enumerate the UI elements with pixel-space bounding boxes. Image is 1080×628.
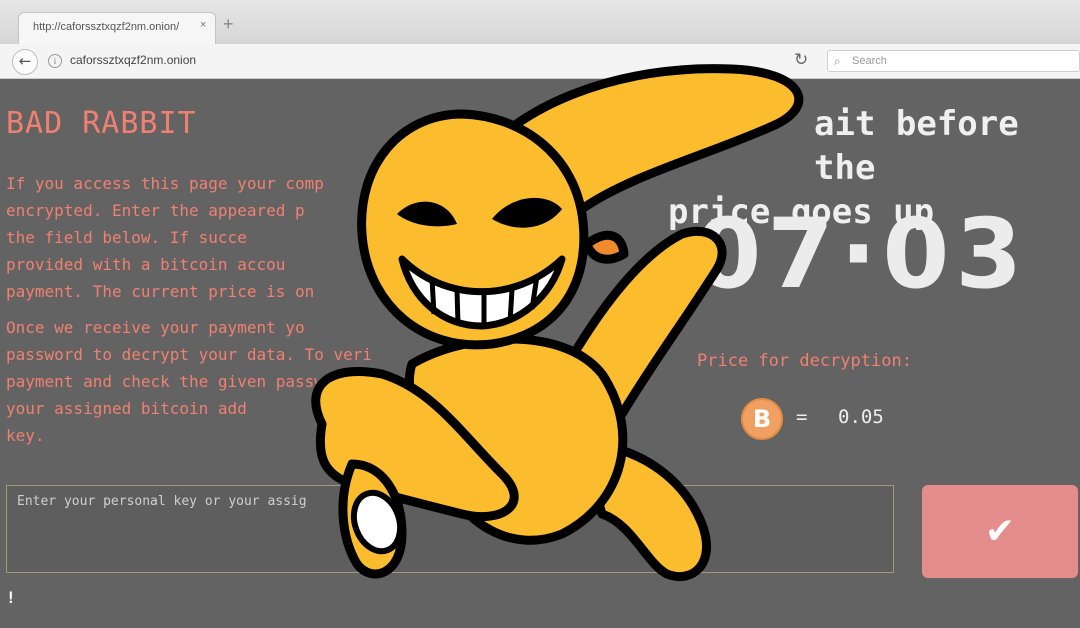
tab-strip: http://caforssztxqzf2nm.onion/ × + <box>0 0 1080 44</box>
bad-rabbit-mascot-icon <box>311 64 804 582</box>
footer-mark: ! <box>6 588 16 607</box>
search-icon: ⌕ <box>834 54 841 68</box>
page-title: BAD RABBIT <box>6 106 197 141</box>
tab-close-icon[interactable]: × <box>200 19 206 31</box>
info-icon[interactable]: i <box>48 54 62 68</box>
browser-tab[interactable]: http://caforssztxqzf2nm.onion/ <box>18 12 216 44</box>
new-tab-button[interactable]: + <box>223 14 234 35</box>
submit-key-button[interactable]: ✔ <box>922 485 1078 578</box>
price-value: 0.05 <box>838 406 884 428</box>
back-arrow-icon[interactable]: ← <box>12 49 38 75</box>
search-placeholder: Search <box>852 55 887 67</box>
search-box[interactable]: ⌕ Search <box>827 50 1080 72</box>
address-bar[interactable]: caforssztxqzf2nm.onion <box>70 53 196 67</box>
tab-title: http://caforssztxqzf2nm.onion/ <box>33 21 180 33</box>
